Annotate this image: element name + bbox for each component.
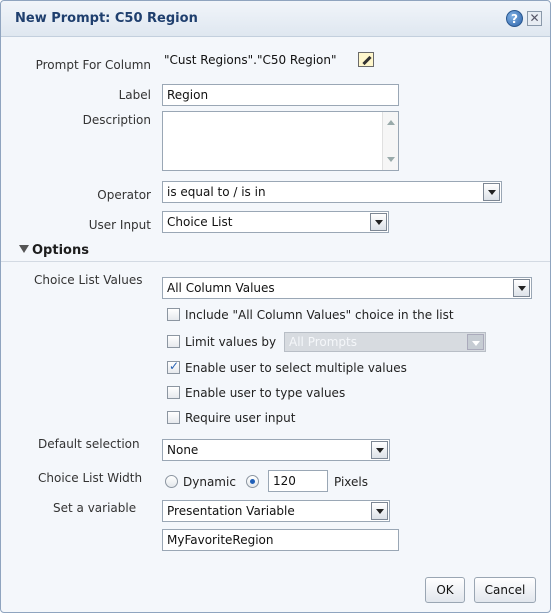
dynamic-radio[interactable] (165, 475, 178, 488)
pixels-label: Pixels (334, 475, 369, 489)
width-input[interactable]: 120 (268, 470, 328, 492)
type-values-checkbox[interactable] (167, 386, 180, 399)
description-scrollbar[interactable] (382, 112, 398, 170)
set-variable-selected: Presentation Variable (167, 504, 295, 518)
cancel-button[interactable]: Cancel (474, 577, 536, 603)
limit-values-by-label: Limit values by (185, 335, 277, 349)
variable-name-input[interactable]: MyFavoriteRegion (162, 529, 399, 551)
limit-values-by-select: All Prompts (284, 332, 486, 352)
user-input-select[interactable]: Choice List (162, 211, 389, 233)
options-divider (1, 261, 550, 266)
ok-button[interactable]: OK (425, 577, 465, 603)
options-toggle[interactable]: Options (19, 243, 89, 258)
edit-icon[interactable] (358, 52, 374, 67)
default-selection-selected: None (167, 443, 199, 457)
choice-list-values-label: Choice List Values (34, 273, 143, 287)
chevron-down-icon[interactable] (513, 279, 530, 297)
scroll-up-icon[interactable] (387, 120, 395, 125)
chevron-down-icon[interactable] (371, 502, 388, 520)
choice-list-values-select[interactable]: All Column Values (162, 277, 532, 299)
label-input[interactable]: Region (162, 84, 399, 106)
limit-values-by-selected: All Prompts (289, 335, 357, 349)
user-input-selected-value: Choice List (167, 215, 233, 229)
chevron-down-icon[interactable] (483, 183, 500, 201)
include-all-column-values-label: Include "All Column Values" choice in th… (185, 308, 454, 322)
prompt-for-column-value: "Cust Regions"."C50 Region" (164, 53, 337, 67)
new-prompt-dialog: New Prompt: C50 Region ? ✕ Prompt For Co… (0, 0, 551, 613)
dynamic-label: Dynamic (183, 475, 236, 489)
label-label: Label (118, 88, 151, 102)
select-multiple-values-checkbox[interactable] (167, 359, 180, 374)
scroll-down-icon[interactable] (387, 157, 395, 162)
include-all-column-values-checkbox[interactable] (167, 308, 180, 321)
choice-list-values-selected: All Column Values (167, 281, 275, 295)
choice-list-width-label: Choice List Width (38, 471, 143, 485)
prompt-for-column-label: Prompt For Column (35, 58, 151, 72)
close-icon[interactable]: ✕ (527, 11, 542, 26)
limit-values-by-checkbox[interactable] (167, 335, 180, 348)
fixed-width-radio[interactable] (246, 475, 259, 488)
operator-label: Operator (97, 188, 151, 202)
description-label: Description (82, 113, 151, 127)
operator-selected-value: is equal to / is in (167, 185, 266, 199)
type-values-label: Enable user to type values (185, 386, 346, 400)
set-variable-label: Set a variable (53, 501, 137, 515)
chevron-down-icon (467, 334, 484, 350)
select-multiple-values-label: Enable user to select multiple values (185, 361, 407, 375)
description-textarea[interactable] (162, 111, 399, 171)
require-user-input-checkbox[interactable] (167, 411, 180, 424)
require-user-input-label: Require user input (185, 411, 296, 425)
default-selection-label: Default selection (38, 437, 140, 451)
set-variable-select[interactable]: Presentation Variable (162, 500, 390, 522)
options-title: Options (32, 243, 89, 258)
dialog-title: New Prompt: C50 Region (15, 11, 198, 26)
user-input-label: User Input (88, 218, 151, 232)
operator-select[interactable]: is equal to / is in (162, 181, 502, 203)
default-selection-select[interactable]: None (162, 439, 390, 461)
chevron-down-icon[interactable] (371, 441, 388, 459)
help-icon[interactable]: ? (506, 10, 523, 27)
chevron-down-icon (19, 245, 29, 253)
chevron-down-icon[interactable] (370, 213, 387, 231)
dialog-titlebar: New Prompt: C50 Region ? ✕ (1, 1, 550, 37)
